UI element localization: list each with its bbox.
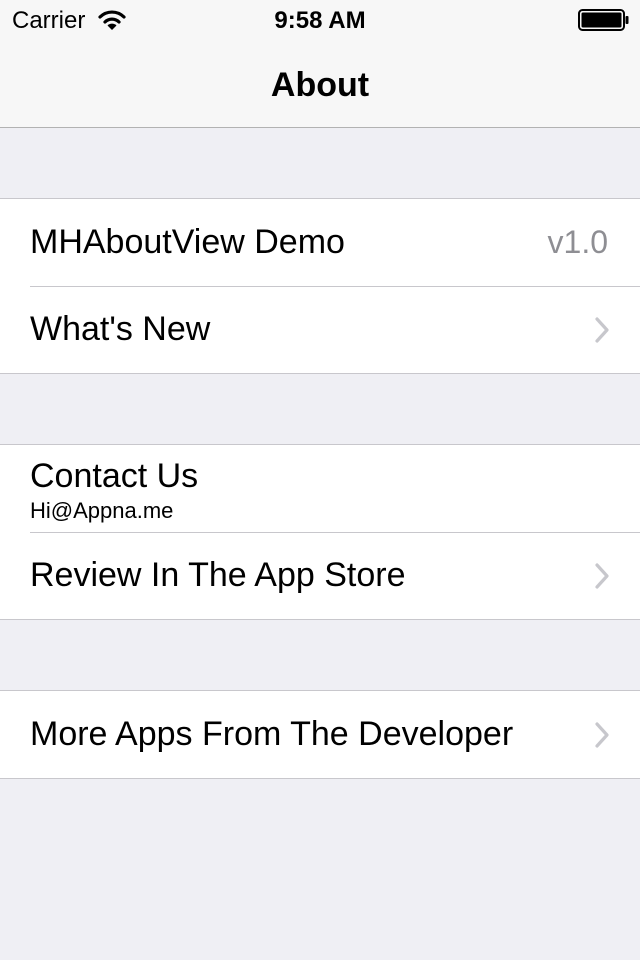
row-app-version: MHAboutView Demo v1.0 <box>0 199 640 286</box>
row-contact-us[interactable]: Contact Us Hi@Appna.me <box>0 445 640 532</box>
battery-icon <box>578 9 629 31</box>
chevron-right-icon <box>595 317 609 343</box>
navigation-header: Carrier 9:58 AM About <box>0 0 640 128</box>
page-title: About <box>270 66 370 104</box>
chevron-right-icon <box>595 563 609 589</box>
row-review-app-store[interactable]: Review In The App Store <box>0 532 640 619</box>
contact-us-label: Contact Us <box>30 457 199 495</box>
contact-email-label: Hi@Appna.me <box>30 498 174 523</box>
whats-new-label: What's New <box>30 310 211 348</box>
version-label: v1.0 <box>547 224 608 260</box>
more-apps-label: More Apps From The Developer <box>30 715 514 753</box>
review-app-store-label: Review In The App Store <box>30 556 406 594</box>
status-time: 9:58 AM <box>274 7 366 34</box>
about-screen: Carrier 9:58 AM About MHAboutView Demo v… <box>0 0 640 960</box>
section-app-info: MHAboutView Demo v1.0 What's New <box>0 198 640 374</box>
section-contact: Contact Us Hi@Appna.me Review In The App… <box>0 444 640 620</box>
row-whats-new[interactable]: What's New <box>0 286 640 373</box>
status-bar: Carrier 9:58 AM <box>0 0 640 40</box>
section-more-apps: More Apps From The Developer <box>0 690 640 779</box>
row-more-apps[interactable]: More Apps From The Developer <box>0 691 640 778</box>
chevron-right-icon <box>595 722 609 748</box>
app-name-label: MHAboutView Demo <box>30 223 345 261</box>
